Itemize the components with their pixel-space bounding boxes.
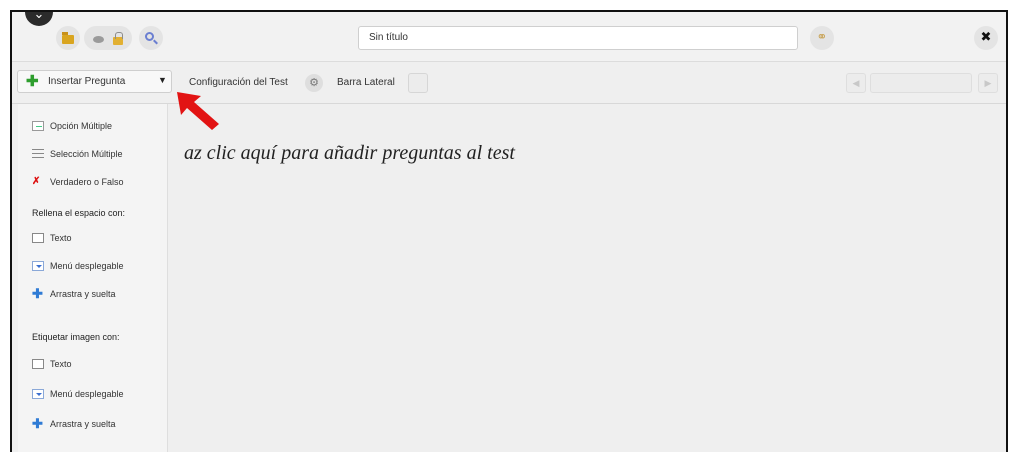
list-icon bbox=[32, 121, 44, 131]
close-button[interactable]: ✖ bbox=[974, 26, 998, 50]
menu-item-label: Arrastra y suelta bbox=[50, 419, 116, 429]
menu-item-label: Selección Múltiple bbox=[50, 149, 123, 159]
toolbar: ✚ Insertar Pregunta ▼ Configuración del … bbox=[12, 62, 1006, 104]
close-icon: ✖ bbox=[980, 30, 992, 45]
add-questions-hint[interactable]: az clic aquí para añadir preguntas al te… bbox=[184, 142, 515, 165]
menu-item-label: Menú desplegable bbox=[50, 261, 124, 271]
red-arrow-annotation bbox=[177, 92, 219, 130]
drag-cross-icon: ✚ bbox=[32, 286, 43, 301]
test-settings-link[interactable]: Configuración del Test bbox=[189, 77, 288, 88]
menu-item-label: Opción Múltiple bbox=[50, 121, 113, 131]
sidebar-toggle[interactable] bbox=[408, 73, 428, 93]
text-field-icon bbox=[32, 359, 44, 369]
drag-cross-icon: ✚ bbox=[32, 416, 43, 431]
gear-icon[interactable]: ⚙ bbox=[305, 74, 323, 92]
menu-item-label: Menú desplegable bbox=[50, 389, 124, 399]
dropdown-icon bbox=[32, 389, 44, 399]
checklist-icon bbox=[32, 149, 44, 159]
magnifier-icon bbox=[145, 32, 154, 41]
question-select[interactable] bbox=[870, 73, 972, 93]
text-field-icon bbox=[32, 233, 44, 243]
sidebar-link[interactable]: Barra Lateral bbox=[337, 77, 395, 88]
collapse-button[interactable]: ⌄ bbox=[25, 10, 53, 26]
dropdown-icon bbox=[32, 261, 44, 271]
title-input[interactable]: Sin título bbox=[358, 26, 798, 50]
true-false-icon: ✗ bbox=[32, 176, 41, 187]
chevron-down-icon: ⌄ bbox=[33, 10, 45, 22]
section-heading-label-image: Etiquetar imagen con: bbox=[32, 332, 120, 342]
menu-item-label: Texto bbox=[50, 233, 72, 243]
folder-icon bbox=[62, 32, 74, 44]
section-heading-fill-blank: Rellena el espacio con: bbox=[32, 208, 126, 218]
share-button[interactable]: ⚭ bbox=[810, 26, 834, 50]
search-button[interactable] bbox=[139, 26, 163, 50]
lock-icon[interactable] bbox=[113, 32, 123, 45]
insert-question-button[interactable]: ✚ Insertar Pregunta ▼ bbox=[17, 70, 172, 93]
save-lock-group[interactable] bbox=[84, 26, 132, 50]
next-question-button[interactable]: ▶ bbox=[978, 73, 998, 93]
prev-question-button[interactable]: ◀ bbox=[846, 73, 866, 93]
insert-question-label: Insertar Pregunta bbox=[48, 76, 126, 87]
insert-question-menu: Opción Múltiple Selección Múltiple ✗ Ver… bbox=[18, 104, 168, 452]
share-icon: ⚭ bbox=[816, 30, 828, 45]
menu-item-label: Verdadero o Falso bbox=[50, 177, 124, 187]
plus-icon: ✚ bbox=[26, 73, 39, 90]
menu-item-label: Arrastra y suelta bbox=[50, 289, 116, 299]
app-window: ⌄ Sin título ⚭ ✖ ✚ Insertar Pregunta ▼ C… bbox=[10, 10, 1008, 452]
caret-down-icon: ▼ bbox=[158, 75, 167, 85]
disk-icon[interactable] bbox=[93, 36, 104, 43]
open-button[interactable] bbox=[56, 26, 80, 50]
top-bar: ⌄ Sin título ⚭ ✖ bbox=[12, 12, 1006, 62]
menu-item-label: Texto bbox=[50, 359, 72, 369]
